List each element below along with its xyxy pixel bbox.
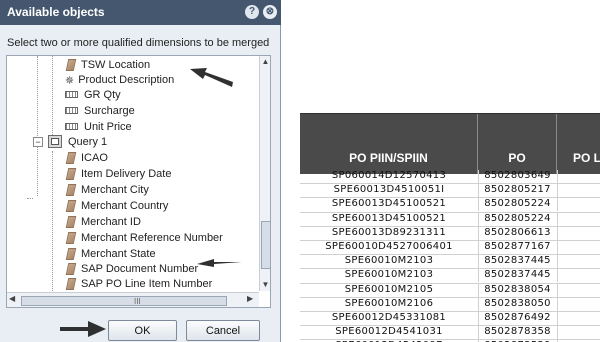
arrow-pointer-icon bbox=[190, 68, 233, 87]
annotation-arrows bbox=[60, 68, 242, 337]
arrow-pointer-icon bbox=[197, 259, 242, 267]
arrow-pointer-icon bbox=[60, 321, 106, 337]
